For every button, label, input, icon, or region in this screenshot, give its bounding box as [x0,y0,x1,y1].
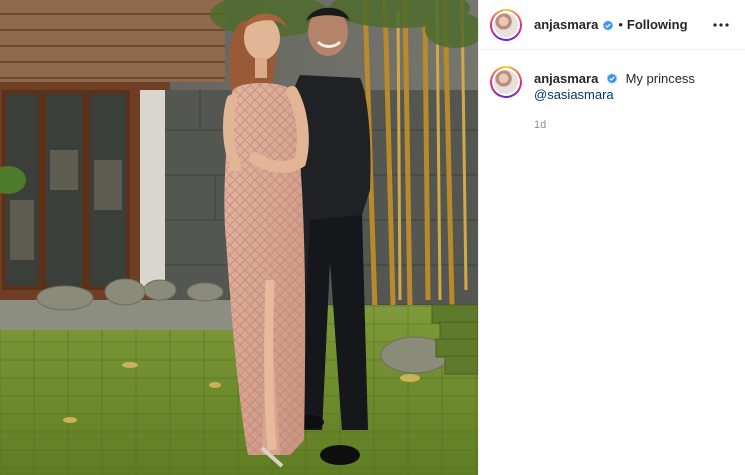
post-photo[interactable] [0,0,478,475]
verified-badge-icon [606,73,618,85]
mention-link[interactable]: @sasiasmara [534,87,695,103]
more-options-icon[interactable] [709,13,733,37]
caption-body: anjasmara My princess @sasiasmara 1d [534,66,695,133]
caption-text: My princess [625,71,695,86]
caption-username[interactable]: anjasmara [534,71,598,86]
profile-avatar[interactable] [490,8,522,41]
caption-avatar-image [494,70,518,94]
avatar-image [494,12,518,37]
verified-badge-icon [602,19,614,31]
following-button[interactable]: Following [627,17,688,32]
post-timestamp[interactable]: 1d [534,117,695,133]
separator-dot: • [618,17,623,32]
photo-illustration [0,0,478,475]
caption-avatar[interactable] [490,66,522,98]
post-side-panel: anjasmara • Following anjasmara My princ… [478,0,745,475]
author-username[interactable]: anjasmara [534,17,598,32]
caption-block: anjasmara My princess @sasiasmara 1d [479,50,745,133]
post-header: anjasmara • Following [479,0,745,50]
